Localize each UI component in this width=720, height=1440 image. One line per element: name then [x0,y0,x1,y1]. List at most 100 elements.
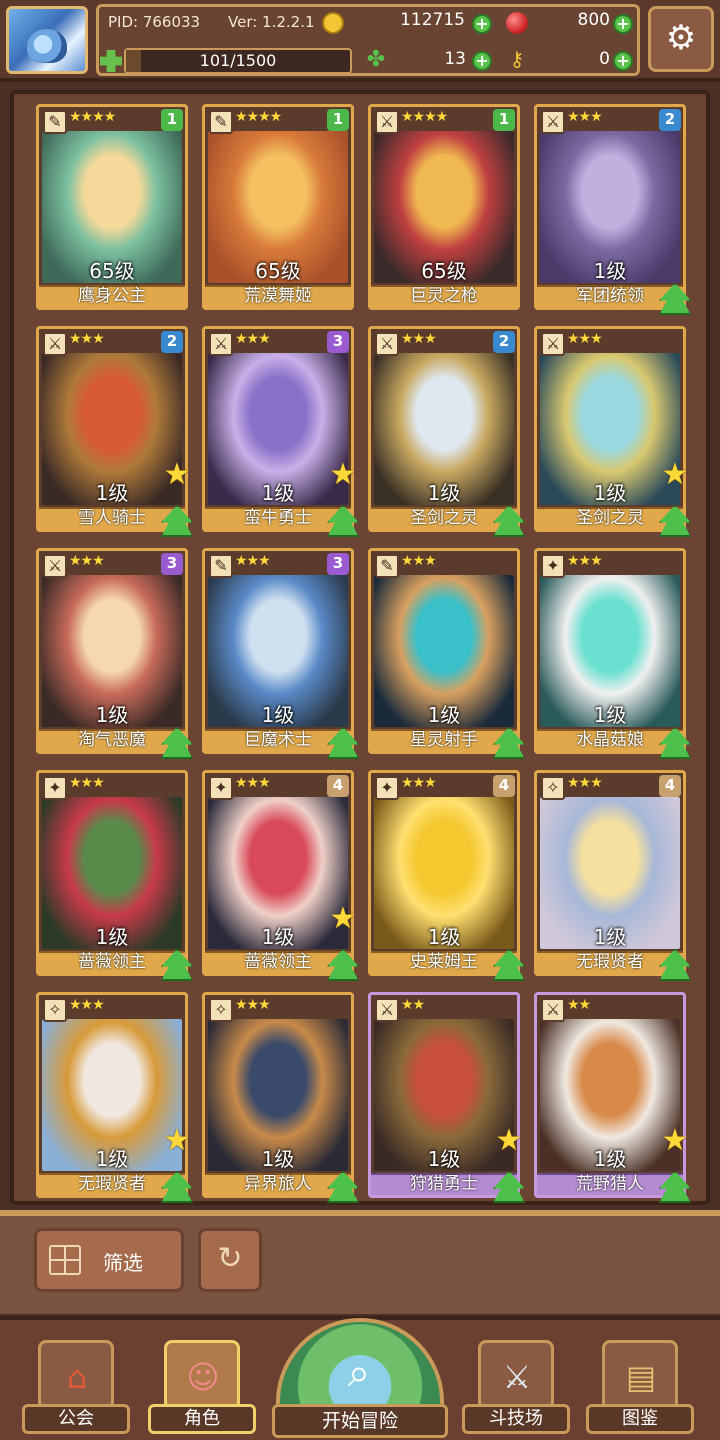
class-icon: ✧ [43,998,67,1022]
rarity-stars: ★★★ [69,997,105,1013]
character-level: 65级 [255,259,301,283]
class-icon: ✎ [43,110,67,134]
codex-icon-box: ▤ [602,1340,678,1410]
character-card[interactable]: ✎ ★★★ 1级星灵射手 [368,548,525,759]
character-level: 65级 [421,259,467,283]
character-card[interactable]: ⚔ ★★★ 2 1级 雪人骑士 ★ [36,326,193,537]
character-card[interactable]: ✦ ★★★ 1级 蔷薇领主 [36,770,193,981]
settings-button[interactable]: ⚙ [648,6,714,72]
character-name: 狩猎勇士 [410,1174,478,1194]
character-card[interactable]: ⚔ ★★ 1级 狩猎勇士 ★ [368,992,525,1203]
rarity-stars: ★★★ [567,109,603,125]
nav-arena[interactable]: ⚔ 斗技场 [462,1340,570,1436]
character-name: 星灵射手 [410,730,478,750]
rarity-stars: ★★★ [567,775,603,791]
character-card[interactable]: ⚔ ★★ 1级 荒野猎人 ★ [534,992,691,1203]
star-upgrade-icon: ★ [495,1123,523,1158]
character-card[interactable]: ⚔ ★★★ 1级 圣剑之灵 ★ [534,326,691,537]
class-icon: ✧ [209,998,233,1022]
character-card[interactable]: ⚔ ★★★ 3 1级 蛮牛勇士 ★ [202,326,359,537]
nav-arena-label: 斗技场 [462,1404,570,1434]
character-grid: ✎ ★★★★ 1 65级 鹰身公主 ✎ ★★★★ 1 65级 荒漠舞姬 ⚔ ★★★★ 1 65级 巨灵之枪 ⚔… [36,104,692,1203]
gear-icon: ⚙ [665,18,697,58]
character-name: 蛮牛勇士 [244,508,312,528]
character-card[interactable]: ✧ ★★★ 1级 异界旅人 [202,992,359,1203]
coin-icon [322,12,344,34]
character-level: 1级 [593,259,627,283]
class-icon: ✎ [209,110,233,134]
exp-value: 101/1500 [199,51,277,70]
add-coins-button[interactable]: + [472,14,492,34]
refresh-button[interactable]: ↻ [198,1228,262,1292]
guild-building-icon: ⌂ [66,1358,88,1396]
class-icon: ⚔ [541,110,565,134]
class-icon: ⚔ [375,110,399,134]
rarity-stars: ★★★ [401,553,437,569]
character-level: 1级 [427,481,461,505]
character-card[interactable]: ✦ ★★★ 4 1级 蔷薇领主 ★ [202,770,359,981]
character-name: 荒漠舞姬 [244,286,312,306]
rarity-stars: ★★★ [69,553,105,569]
character-name: 鹰身公主 [78,286,146,306]
rank-badge: 1 [327,109,349,131]
class-icon: ✦ [375,776,399,800]
character-card[interactable]: ✦ ★★★ 4 1级 史莱姆王 [368,770,525,981]
character-card[interactable]: ⚔ ★★★ 2 1级 军团统领 [534,104,691,315]
rank-badge: 4 [659,775,681,797]
character-icon-box: ☺ [164,1340,240,1410]
star-upgrade-icon: ★ [661,457,689,492]
character-name: 巨魔术士 [244,730,312,750]
refresh-icon: ↻ [217,1241,243,1276]
crossed-swords-icon: ⚔ [502,1358,532,1396]
character-name: 异界旅人 [244,1174,312,1194]
character-card[interactable]: ✧ ★★★ 4 1级 无瑕贤者 [534,770,691,981]
class-icon: ✧ [541,776,565,800]
class-icon: ✦ [43,776,67,800]
character-card[interactable]: ✎ ★★★★ 1 65级 荒漠舞姬 [202,104,354,310]
character-level: 65级 [89,259,135,283]
rarity-stars: ★★★ [567,553,603,569]
character-level: 1级 [593,703,627,727]
rarity-stars: ★★★ [401,775,437,791]
clover-amount: 13 [444,49,466,69]
character-name: 巨灵之枪 [410,286,478,306]
add-keys-button[interactable]: + [613,51,633,71]
character-card[interactable]: ✦ ★★★ 1级 水晶菇娘 [534,548,691,759]
rank-badge: 3 [161,553,183,575]
character-name: 水晶菇娘 [576,730,644,750]
character-level: 1级 [593,925,627,949]
top-bar: PID: 766033 Ver: 1.2.2.1 112715 + 800 + … [0,0,720,82]
rank-badge: 4 [493,775,515,797]
character-name: 雪人骑士 [78,508,146,528]
nav-codex[interactable]: ▤ 图鉴 [586,1340,694,1436]
character-name: 史莱姆王 [410,952,478,972]
nav-codex-label: 图鉴 [586,1404,694,1434]
rarity-stars: ★★★ [235,553,271,569]
coin-amount: 112715 [400,10,465,30]
gem-icon [506,12,528,34]
add-gems-button[interactable]: + [613,14,633,34]
class-icon: ⚔ [375,998,399,1022]
rank-badge: 1 [161,109,183,131]
character-card[interactable]: ⚔ ★★★★ 1 65级 巨灵之枪 [368,104,520,310]
character-card[interactable]: ⚔ ★★★ 3 1级 淘气恶魔 [36,548,193,759]
character-card[interactable]: ✎ ★★★★ 1 65级 鹰身公主 [36,104,188,310]
rarity-stars: ★★★ [69,331,105,347]
character-card[interactable]: ✎ ★★★ 3 1级 巨魔术士 [202,548,359,759]
nav-guild[interactable]: ⌂ 公会 [22,1340,130,1436]
rarity-stars: ★★★ [235,331,271,347]
star-upgrade-icon: ★ [661,1123,689,1158]
nav-character[interactable]: ☺ 角色 [148,1340,256,1436]
character-card[interactable]: ✧ ★★★ 1级 无瑕贤者 ★ [36,992,193,1203]
class-icon: ✎ [375,554,399,578]
player-avatar[interactable] [6,6,88,74]
character-name: 蔷薇领主 [78,952,146,972]
class-icon: ⚔ [43,554,67,578]
add-clover-button[interactable]: + [472,51,492,71]
character-card[interactable]: ⚔ ★★★ 2 1级 圣剑之灵 [368,326,525,537]
magnifier-icon: ⌕ [347,1350,371,1396]
filter-button[interactable]: 筛选 [34,1228,184,1292]
character-level: 1级 [427,703,461,727]
start-adventure-button[interactable]: ⌕ 开始冒险 [272,1318,448,1440]
grid-filter-icon [49,1245,81,1275]
